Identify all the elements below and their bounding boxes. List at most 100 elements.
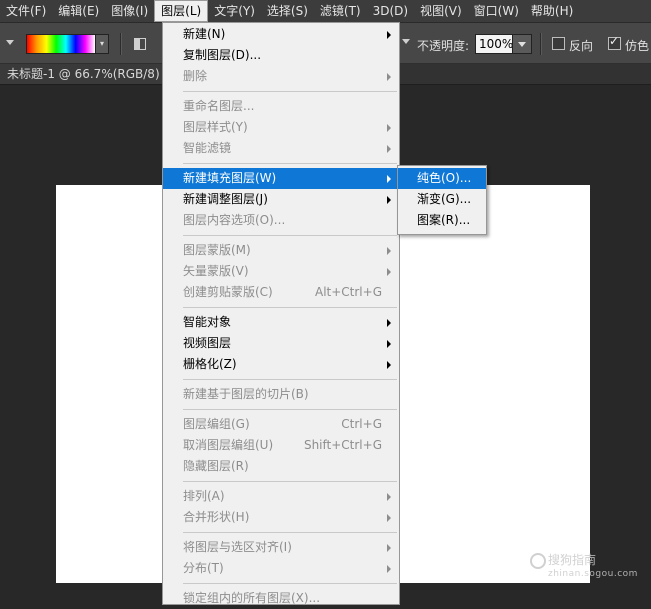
submenu-arrow-icon [387,340,391,348]
menu-image[interactable]: 图像(I) [105,0,154,22]
menu-item-arrange[interactable]: 排列(A) [163,486,399,507]
menu-item-label: 图层内容选项(O)... [183,213,286,227]
menu-item-layer-content-options[interactable]: 图层内容选项(O)... [163,210,399,231]
watermark: 搜狗指南 zhinan.sogou.com [548,551,638,579]
watermark-logo-icon [530,553,546,569]
submenu-arrow-icon [387,31,391,39]
menu-item-layer-mask[interactable]: 图层蒙版(M) [163,240,399,261]
divider [540,33,542,55]
menu-item-label: 新建基于图层的切片(B) [183,387,309,401]
opacity-dropdown[interactable] [512,34,532,54]
submenu-arrow-icon [387,175,391,183]
menu-item-combine-shapes[interactable]: 合并形状(H) [163,507,399,528]
gradient-picker-dropdown[interactable]: ▾ [95,34,109,54]
menu-item-shortcut: Shift+Ctrl+G [303,438,382,452]
opacity-input[interactable]: 100% [475,34,516,54]
submenu-arrow-icon [387,124,391,132]
divider [120,33,122,55]
menu-item-smart-filter[interactable]: 智能滤镜 [163,138,399,159]
submenu-arrow-icon [387,73,391,81]
menu-divider [183,91,397,92]
menu-item-label: 栅格化(Z) [183,357,237,371]
menu-select[interactable]: 选择(S) [261,0,314,22]
menu-view[interactable]: 视图(V) [414,0,468,22]
reverse-checkbox[interactable] [552,37,565,50]
document-tab[interactable]: 未标题-1 @ 66.7%(RGB/8) [0,64,170,84]
menu-item-align-to-selection[interactable]: 将图层与选区对齐(I) [163,537,399,558]
menu-item-new-layer-based-slice[interactable]: 新建基于图层的切片(B) [163,384,399,405]
menu-item-vector-mask[interactable]: 矢量蒙版(V) [163,261,399,282]
menu-item-new-adjustment-layer[interactable]: 新建调整图层(J) [163,189,399,210]
menu-divider [183,163,397,164]
menu-item-rasterize[interactable]: 栅格化(Z) [163,354,399,375]
menu-item-label: 新建调整图层(J) [183,192,268,206]
menu-item-create-clipping-mask[interactable]: 创建剪贴蒙版(C) Alt+Ctrl+G [163,282,399,303]
menu-item-duplicate-layer[interactable]: 复制图层(D)... [163,45,399,66]
menu-item-label: 图层蒙版(M) [183,243,251,257]
menu-item-new[interactable]: 新建(N) [163,24,399,45]
menu-divider [183,583,397,584]
menu-item-label: 智能对象 [183,315,232,329]
dither-checkbox[interactable] [608,34,621,50]
submenu-item-solid-color[interactable]: 纯色(O)... [398,168,486,189]
menu-layer[interactable]: 图层(L) [154,0,209,22]
menu-item-hide-layers[interactable]: 隐藏图层(R) [163,456,399,477]
menu-item-label: 分布(T) [183,561,224,575]
tool-preset-dropdown-icon[interactable] [6,40,14,45]
menu-item-shortcut: Alt+Ctrl+G [314,285,382,299]
menu-item-label: 图层编组(G) [183,417,250,431]
menu-type[interactable]: 文字(Y) [208,0,261,22]
menu-item-ungroup-layers[interactable]: 取消图层编组(U) Shift+Ctrl+G [163,435,399,456]
reverse-label: 反向 [569,39,594,53]
menu-item-label: 重命名图层... [183,99,255,113]
menu-item-lock-all-layers-in-group[interactable]: 锁定组内的所有图层(X)... [163,588,399,609]
submenu-arrow-icon [387,196,391,204]
menu-item-rename-layer[interactable]: 重命名图层... [163,96,399,117]
menu-divider [183,307,397,308]
submenu-arrow-icon [387,493,391,501]
submenu-arrow-icon [387,319,391,327]
submenu-arrow-icon [387,361,391,369]
menu-item-new-fill-layer[interactable]: 新建填充图层(W) [163,168,399,189]
submenu-arrow-icon [387,145,391,153]
menu-item-label: 删除 [183,69,208,83]
menu-item-label: 新建(N) [183,27,226,41]
menu-item-video-layer[interactable]: 视频图层 [163,333,399,354]
menu-item-delete[interactable]: 删除 [163,66,399,87]
submenu-arrow-icon [387,247,391,255]
menu-divider [183,532,397,533]
menu-item-shortcut: Ctrl+G [341,417,382,431]
menu-item-label: 新建填充图层(W) [183,171,277,185]
menu-divider [183,379,397,380]
submenu-arrow-icon [387,268,391,276]
mode-dropdown-icon[interactable] [402,39,410,44]
menu-item-smart-object[interactable]: 智能对象 [163,312,399,333]
submenu-item-gradient[interactable]: 渐变(G)... [398,189,486,210]
menu-edit[interactable]: 编辑(E) [52,0,105,22]
submenu-arrow-icon [387,544,391,552]
menu-item-label: 隐藏图层(R) [183,459,249,473]
menu-item-label: 合并形状(H) [183,510,250,524]
menu-item-distribute[interactable]: 分布(T) [163,558,399,579]
menu-item-label: 创建剪贴蒙版(C) [183,285,273,299]
menu-item-label: 图层样式(Y) [183,120,248,134]
menu-item-label: 将图层与选区对齐(I) [183,540,292,554]
watermark-text: 搜狗指南 [548,553,597,567]
submenu-item-pattern[interactable]: 图案(R)... [398,210,486,231]
dither-label: 仿色 [625,39,650,53]
menu-bar: 文件(F) 编辑(E) 图像(I) 图层(L) 文字(Y) 选择(S) 滤镜(T… [0,0,651,23]
watermark-url: zhinan.sogou.com [548,569,638,579]
menu-item-layer-style[interactable]: 图层样式(Y) [163,117,399,138]
menu-divider [183,409,397,410]
opacity-label: 不透明度: [417,39,470,53]
submenu-arrow-icon [387,565,391,573]
menu-item-label: 视频图层 [183,336,232,350]
menu-help[interactable]: 帮助(H) [525,0,579,22]
gradient-preview[interactable] [26,34,96,54]
menu-filter[interactable]: 滤镜(T) [314,0,367,22]
menu-item-group-layers[interactable]: 图层编组(G) Ctrl+G [163,414,399,435]
linear-gradient-icon[interactable] [134,38,146,50]
menu-window[interactable]: 窗口(W) [468,0,525,22]
menu-file[interactable]: 文件(F) [0,0,52,22]
menu-3d[interactable]: 3D(D) [367,0,414,22]
